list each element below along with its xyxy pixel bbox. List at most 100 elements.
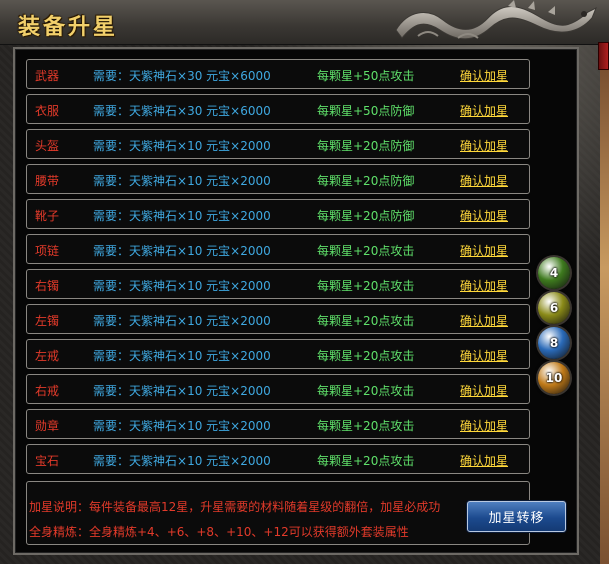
right-edge-strip bbox=[600, 70, 609, 564]
equipment-star-window: 装备升星 武器 需要：天紫神石×30 元宝×6000 每颗星+50点攻击 确认加星 衣服… bbox=[0, 0, 609, 564]
bonus-text: 每颗星+20点攻击 bbox=[317, 314, 415, 328]
confirm-add-star-link[interactable]: 确认加星 bbox=[460, 137, 508, 154]
equipment-name: 头盔 bbox=[35, 139, 60, 153]
requirement-value: 天紫神石×10 元宝×2000 bbox=[129, 349, 271, 363]
bonus-text: 每颗星+50点攻击 bbox=[317, 69, 415, 83]
equipment-name: 右镯 bbox=[35, 279, 60, 293]
requirement-value: 天紫神石×30 元宝×6000 bbox=[129, 104, 271, 118]
requirement-text: 需要：天紫神石×10 元宝×2000 bbox=[93, 452, 271, 469]
requirement-label: 需要： bbox=[93, 419, 130, 433]
equipment-row: 靴子 需要：天紫神石×10 元宝×2000 每颗星+20点防御 确认加星 bbox=[26, 199, 530, 229]
bonus-text: 每颗星+20点防御 bbox=[317, 139, 415, 153]
orange-gem-icon: 10 bbox=[538, 362, 570, 394]
star-transfer-button[interactable]: 加星转移 bbox=[467, 501, 566, 532]
equipment-row: 左戒 需要：天紫神石×10 元宝×2000 每颗星+20点攻击 确认加星 bbox=[26, 339, 530, 369]
requirement-text: 需要：天紫神石×10 元宝×2000 bbox=[93, 137, 271, 154]
equipment-name: 靴子 bbox=[35, 209, 60, 223]
requirement-text: 需要：天紫神石×10 元宝×2000 bbox=[93, 242, 271, 259]
equipment-row: 头盔 需要：天紫神石×10 元宝×2000 每颗星+20点防御 确认加星 bbox=[26, 129, 530, 159]
bonus-text: 每颗星+20点攻击 bbox=[317, 349, 415, 363]
confirm-add-star-link[interactable]: 确认加星 bbox=[460, 67, 508, 84]
requirement-value: 天紫神石×10 元宝×2000 bbox=[129, 419, 271, 433]
yellow-green-gem-icon: 6 bbox=[538, 292, 570, 324]
confirm-add-star-link[interactable]: 确认加星 bbox=[460, 242, 508, 259]
equipment-name: 衣服 bbox=[35, 104, 60, 118]
bonus-text: 每颗星+20点攻击 bbox=[317, 384, 415, 398]
requirement-value: 天紫神石×10 元宝×2000 bbox=[129, 139, 271, 153]
equipment-row: 左镯 需要：天紫神石×10 元宝×2000 每颗星+20点攻击 确认加星 bbox=[26, 304, 530, 334]
equipment-row: 右戒 需要：天紫神石×10 元宝×2000 每颗星+20点攻击 确认加星 bbox=[26, 374, 530, 404]
equipment-name: 宝石 bbox=[35, 454, 60, 468]
equipment-name: 腰带 bbox=[35, 174, 60, 188]
equipment-name: 左戒 bbox=[35, 349, 60, 363]
requirement-label: 需要： bbox=[93, 69, 130, 83]
gem-star-level: 10 bbox=[545, 371, 563, 385]
bonus-text: 每颗星+20点防御 bbox=[317, 174, 415, 188]
side-close-tab[interactable] bbox=[598, 42, 609, 70]
equipment-row: 勋章 需要：天紫神石×10 元宝×2000 每颗星+20点攻击 确认加星 bbox=[26, 409, 530, 439]
requirement-label: 需要： bbox=[93, 244, 130, 258]
requirement-label: 需要： bbox=[93, 384, 130, 398]
equipment-name: 武器 bbox=[35, 69, 60, 83]
gem-star-level: 8 bbox=[549, 336, 559, 350]
requirement-value: 天紫神石×10 元宝×2000 bbox=[129, 244, 271, 258]
confirm-add-star-link[interactable]: 确认加星 bbox=[460, 452, 508, 469]
confirm-add-star-link[interactable]: 确认加星 bbox=[460, 172, 508, 189]
bonus-text: 每颗星+20点攻击 bbox=[317, 419, 415, 433]
refine-rules-text: 全身精炼：全身精炼+4、+6、+8、+10、+12可以获得额外套装属性 bbox=[29, 525, 409, 539]
requirement-label: 需要： bbox=[93, 454, 130, 468]
equipment-row: 武器 需要：天紫神石×30 元宝×6000 每颗星+50点攻击 确认加星 bbox=[26, 59, 530, 89]
requirement-label: 需要： bbox=[93, 139, 130, 153]
equipment-row: 衣服 需要：天紫神石×30 元宝×6000 每颗星+50点防御 确认加星 bbox=[26, 94, 530, 124]
requirement-value: 天紫神石×10 元宝×2000 bbox=[129, 209, 271, 223]
requirement-text: 需要：天紫神石×10 元宝×2000 bbox=[93, 172, 271, 189]
requirement-value: 天紫神石×10 元宝×2000 bbox=[129, 174, 271, 188]
confirm-add-star-link[interactable]: 确认加星 bbox=[460, 382, 508, 399]
bonus-text: 每颗星+50点防御 bbox=[317, 104, 415, 118]
requirement-text: 需要：天紫神石×10 元宝×2000 bbox=[93, 207, 271, 224]
equipment-name: 项链 bbox=[35, 244, 60, 258]
requirement-label: 需要： bbox=[93, 279, 130, 293]
equipment-name: 右戒 bbox=[35, 384, 60, 398]
gem-star-level: 6 bbox=[549, 301, 559, 315]
requirement-label: 需要： bbox=[93, 174, 130, 188]
equipment-name: 左镯 bbox=[35, 314, 60, 328]
gem-star-level: 4 bbox=[549, 266, 559, 280]
green-gem-icon: 4 bbox=[538, 257, 570, 289]
window-title: 装备升星 bbox=[18, 15, 119, 40]
confirm-add-star-link[interactable]: 确认加星 bbox=[460, 277, 508, 294]
confirm-add-star-link[interactable]: 确认加星 bbox=[460, 347, 508, 364]
title-bar[interactable]: 装备升星 bbox=[0, 0, 609, 45]
blue-gem-icon: 8 bbox=[538, 327, 570, 359]
bonus-text: 每颗星+20点攻击 bbox=[317, 279, 415, 293]
bonus-text: 每颗星+20点防御 bbox=[317, 209, 415, 223]
requirement-value: 天紫神石×10 元宝×2000 bbox=[129, 384, 271, 398]
confirm-add-star-link[interactable]: 确认加星 bbox=[460, 102, 508, 119]
dragon-ornament-icon bbox=[395, 0, 597, 40]
bonus-text: 每颗星+20点攻击 bbox=[317, 244, 415, 258]
requirement-label: 需要： bbox=[93, 104, 130, 118]
requirement-label: 需要： bbox=[93, 349, 130, 363]
requirement-label: 需要： bbox=[93, 314, 130, 328]
requirement-text: 需要：天紫神石×10 元宝×2000 bbox=[93, 347, 271, 364]
requirement-value: 天紫神石×10 元宝×2000 bbox=[129, 314, 271, 328]
requirement-value: 天紫神石×10 元宝×2000 bbox=[129, 279, 271, 293]
requirement-text: 需要：天紫神石×10 元宝×2000 bbox=[93, 277, 271, 294]
requirement-value: 天紫神石×30 元宝×6000 bbox=[129, 69, 271, 83]
requirement-label: 需要： bbox=[93, 209, 130, 223]
confirm-add-star-link[interactable]: 确认加星 bbox=[460, 312, 508, 329]
star-rules-text: 加星说明：每件装备最高12星，升星需要的材料随着星级的翻倍，加星必成功 bbox=[29, 500, 441, 514]
requirement-text: 需要：天紫神石×10 元宝×2000 bbox=[93, 382, 271, 399]
equipment-name: 勋章 bbox=[35, 419, 60, 433]
equipment-row: 腰带 需要：天紫神石×10 元宝×2000 每颗星+20点防御 确认加星 bbox=[26, 164, 530, 194]
requirement-text: 需要：天紫神石×30 元宝×6000 bbox=[93, 67, 271, 84]
bonus-text: 每颗星+20点攻击 bbox=[317, 454, 415, 468]
requirement-value: 天紫神石×10 元宝×2000 bbox=[129, 454, 271, 468]
confirm-add-star-link[interactable]: 确认加星 bbox=[460, 207, 508, 224]
requirement-text: 需要：天紫神石×10 元宝×2000 bbox=[93, 312, 271, 329]
requirement-text: 需要：天紫神石×10 元宝×2000 bbox=[93, 417, 271, 434]
equipment-row: 项链 需要：天紫神石×10 元宝×2000 每颗星+20点攻击 确认加星 bbox=[26, 234, 530, 264]
equipment-row: 宝石 需要：天紫神石×10 元宝×2000 每颗星+20点攻击 确认加星 bbox=[26, 444, 530, 474]
equipment-row: 右镯 需要：天紫神石×10 元宝×2000 每颗星+20点攻击 确认加星 bbox=[26, 269, 530, 299]
confirm-add-star-link[interactable]: 确认加星 bbox=[460, 417, 508, 434]
